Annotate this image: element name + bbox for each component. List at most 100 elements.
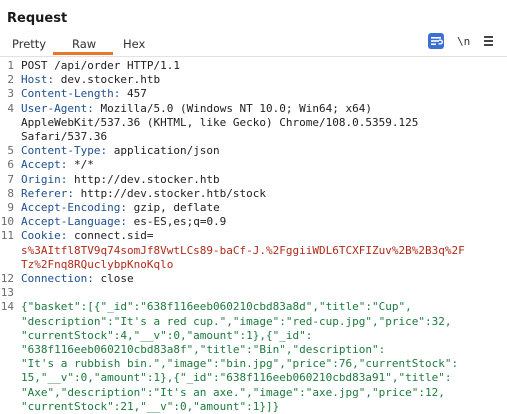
json-body-text: "currentStock":21,"__v":0,"amount":1}]} <box>21 399 280 413</box>
header-value: AppleWebKit/537.36 (KHTML, like Gecko) C… <box>21 115 419 129</box>
line-number: 2 <box>7 73 14 87</box>
json-body-text: "Axe","description":"It's an axe.","imag… <box>21 385 445 399</box>
newline-toggle[interactable]: \n <box>457 35 470 51</box>
header-value: application/json <box>113 144 220 158</box>
hamburger-menu-icon[interactable] <box>484 34 494 50</box>
json-body-text: "It's a rubbish bin.","image":"bin.jpg",… <box>21 357 459 371</box>
line-content: s%3AItfl8TV9q74somJf8VwtLCs89-baCf-J.%2F… <box>21 244 465 258</box>
editor-line: 4 User-Agent: Mozilla/5.0 (Windows NT 10.… <box>0 102 507 116</box>
editor-line: s%3AItfl8TV9q74somJf8VwtLCs89-baCf-J.%2F… <box>0 244 507 258</box>
line-content: Content-Type: application/json <box>21 144 220 158</box>
header-value: POST /api/order HTTP/1.1 <box>21 59 180 72</box>
tab-pretty[interactable]: Pretty <box>12 37 46 51</box>
active-tab-indicator <box>53 52 113 55</box>
header-name: Accept: <box>21 158 74 172</box>
editor-line: 1 POST /api/order HTTP/1.1 <box>0 59 507 73</box>
header-value: Mozilla/5.0 (Windows NT 10.0; Win64; x64… <box>100 101 373 115</box>
line-content: AppleWebKit/537.36 (KHTML, like Gecko) C… <box>21 116 418 130</box>
line-content: Accept-Encoding: gzip, deflate <box>21 201 220 215</box>
json-body-text: "638f116eeb060210cbd83a8f","title":"Bin"… <box>21 343 386 356</box>
cookie-value: s%3AItfl8TV9q74somJf8VwtLCs89-baCf-J.%2F… <box>21 243 465 257</box>
line-number: 13 <box>0 286 14 300</box>
line-content: Cookie: connect.sid= <box>21 229 153 243</box>
header-name: Accept-Language: <box>21 215 134 229</box>
json-body-text: 15,"__v":0,"amount":1},{"_id":"638f116ee… <box>21 371 452 385</box>
json-body-text: {"basket":[{"_id":"638f116eeb060210cbd83… <box>21 300 412 314</box>
header-value: close <box>100 272 134 285</box>
editor-line: Tz%2Fnq8RQuclybpKnoKqlo <box>0 258 507 272</box>
line-number: 12 <box>0 272 14 285</box>
editor-line: 8 Referer: http://dev.stocker.htb/stock <box>0 187 507 201</box>
line-content: Accept-Language: es-ES,es;q=0.9 <box>21 215 226 229</box>
line-number: 14 <box>0 300 14 314</box>
editor-line: "currentStock":4,"__v":0,"amount":1},{"_… <box>0 329 507 343</box>
editor-line: 6 Accept: */* <box>0 158 507 172</box>
wrap-lines-icon[interactable] <box>428 33 444 49</box>
line-content: POST /api/order HTTP/1.1 <box>21 59 180 73</box>
line-number: 11 <box>0 229 14 243</box>
header-value: Safari/537.36 <box>21 130 108 143</box>
header-name: Cookie: <box>21 229 74 243</box>
line-content: "Axe","description":"It's an axe.","imag… <box>21 386 445 400</box>
line-content: "638f116eeb060210cbd83a8f","title":"Bin"… <box>21 343 385 357</box>
header-value: */* <box>73 158 94 172</box>
editor-line: Safari/537.36 <box>0 130 507 144</box>
line-content: Accept: */* <box>21 158 94 172</box>
editor-line: AppleWebKit/537.36 (KHTML, like Gecko) C… <box>0 116 507 130</box>
raw-request-editor[interactable]: 1 POST /api/order HTTP/1.1 2 Host: dev.stoc… <box>0 57 507 413</box>
line-content: Content-Length: 457 <box>21 87 147 101</box>
line-content: 15,"__v":0,"amount":1},{"_id":"638f116ee… <box>21 371 451 385</box>
header-name: Origin: <box>21 172 74 186</box>
line-content: Referer: http://dev.stocker.htb/stock <box>21 187 266 201</box>
editor-line: 11 Cookie: connect.sid= <box>0 229 507 243</box>
editor-line: "Axe","description":"It's an axe.","imag… <box>0 386 507 400</box>
header-name: Referer: <box>21 186 81 200</box>
cookie-value: Tz%2Fnq8RQuclybpKnoKqlo <box>21 257 174 271</box>
line-content: Tz%2Fnq8RQuclybpKnoKqlo <box>21 258 173 272</box>
line-number: 10 <box>0 215 14 229</box>
json-body-text: "description":"It's a red cup.","image":… <box>21 314 452 328</box>
editor-line: 15,"__v":0,"amount":1},{"_id":"638f116ee… <box>0 371 507 385</box>
editor-line: 5 Content-Type: application/json <box>0 144 507 158</box>
header-value: dev.stocker.htb <box>60 73 161 87</box>
header-value: connect.sid= <box>73 229 154 243</box>
editor-line: 2 Host: dev.stocker.htb <box>0 73 507 87</box>
line-content: {"basket":[{"_id":"638f116eeb060210cbd83… <box>21 300 412 314</box>
line-content: "description":"It's a red cup.","image":… <box>21 315 451 329</box>
line-number: 6 <box>7 158 14 172</box>
line-content: Origin: http://dev.stocker.htb <box>21 173 220 187</box>
line-content: "currentStock":4,"__v":0,"amount":1},{"_… <box>21 329 312 343</box>
editor-line: "638f116eeb060210cbd83a8f","title":"Bin"… <box>0 343 507 357</box>
header-value: http://dev.stocker.htb <box>73 172 220 186</box>
line-number: 9 <box>7 201 14 214</box>
editor-line: "It's a rubbish bin.","image":"bin.jpg",… <box>0 357 507 371</box>
header-name: Content-Length: <box>21 87 127 101</box>
header-value: http://dev.stocker.htb/stock <box>80 186 267 200</box>
header-value: 457 <box>126 87 147 101</box>
line-number: 4 <box>7 101 14 115</box>
editor-line: 12 Connection: close <box>0 272 507 286</box>
panel-title: Request <box>7 11 68 26</box>
tab-raw[interactable]: Raw <box>72 37 96 51</box>
header-name: Connection: <box>21 272 101 285</box>
header-value: es-ES,es;q=0.9 <box>133 215 227 229</box>
line-content: "It's a rubbish bin.","image":"bin.jpg",… <box>21 357 458 371</box>
line-content: Safari/537.36 <box>21 130 107 144</box>
line-number: 1 <box>7 59 14 72</box>
editor-line: 13 <box>0 286 507 300</box>
header-name: Host: <box>21 73 61 87</box>
line-number: 3 <box>7 87 14 101</box>
line-content: Connection: close <box>21 272 134 286</box>
line-content: User-Agent: Mozilla/5.0 (Windows NT 10.0… <box>21 102 372 116</box>
line-number: 8 <box>7 186 14 200</box>
line-content: Host: dev.stocker.htb <box>21 73 160 87</box>
editor-line: 7 Origin: http://dev.stocker.htb <box>0 173 507 187</box>
editor-line: 14 {"basket":[{"_id":"638f116eeb060210cbd… <box>0 300 507 314</box>
header-name: Content-Type: <box>21 144 114 158</box>
tab-hex[interactable]: Hex <box>123 37 145 51</box>
editor-line: 10 Accept-Language: es-ES,es;q=0.9 <box>0 215 507 229</box>
line-number: 5 <box>7 144 14 158</box>
editor-line: 3 Content-Length: 457 <box>0 87 507 101</box>
header-name: Accept-Encoding: <box>21 201 134 214</box>
editor-line: "description":"It's a red cup.","image":… <box>0 315 507 329</box>
